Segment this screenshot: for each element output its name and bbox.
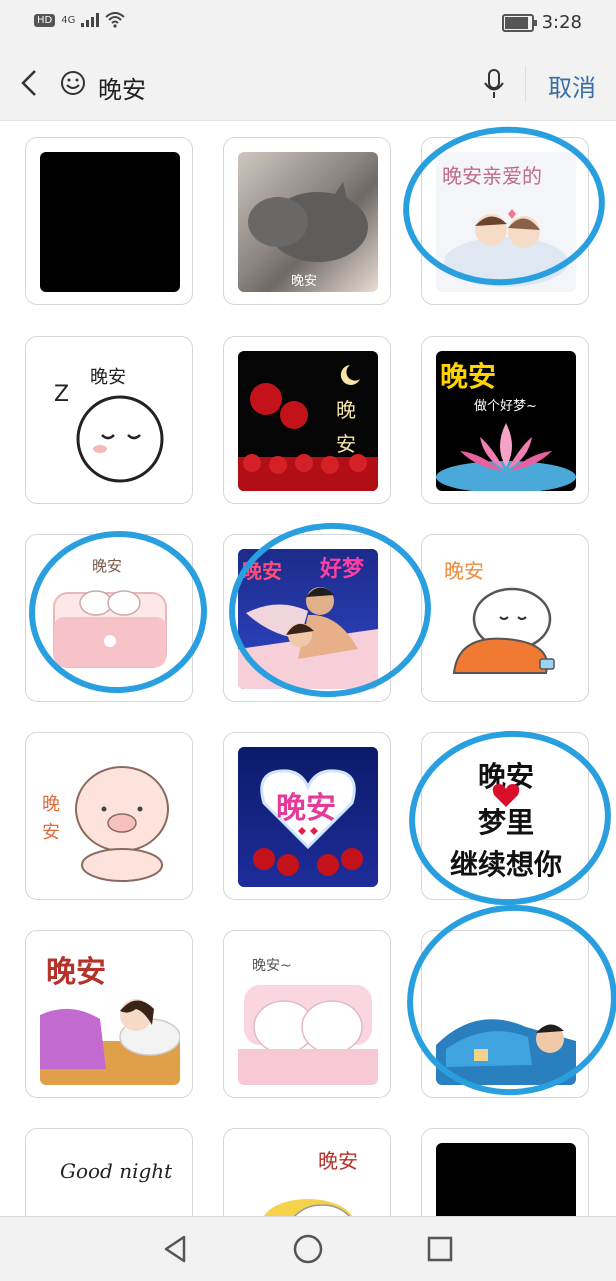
sticker-caption: 晚安 <box>92 557 123 575</box>
battery-icon <box>501 13 537 32</box>
sticker-card[interactable] <box>25 137 193 305</box>
sticker-caption: 晚安亲爱的 <box>442 164 542 188</box>
sticker-card[interactable]: 晚安 <box>223 336 391 504</box>
sticker-caption: 晚安 <box>90 367 126 388</box>
sticker-card[interactable]: 晚安 <box>25 534 193 702</box>
wifi-icon <box>105 12 126 28</box>
sticker-image: 晚安亲爱的 <box>436 152 576 292</box>
sticker-caption: 晚安 <box>276 791 336 826</box>
sticker-image <box>40 152 180 292</box>
sticker-image: 晚安 <box>436 549 576 689</box>
sticker-image: 晚安 <box>40 549 180 689</box>
sticker-caption: 晚安 <box>291 274 318 289</box>
signal-icon <box>81 13 100 27</box>
svg-text:Z: Z <box>54 382 69 407</box>
sticker-image: 晚安 做个好梦~ <box>436 351 576 491</box>
search-input[interactable]: 晚安 <box>98 70 146 105</box>
network-type: 4G <box>61 14 76 26</box>
sticker-card[interactable]: 晚安亲爱的 <box>421 137 589 305</box>
sticker-image: 晚安 梦里 继续想你 <box>436 747 576 887</box>
sticker-card[interactable]: Good night <box>25 1128 193 1216</box>
triangle-back-icon[interactable] <box>160 1233 192 1265</box>
sticker-card[interactable] <box>421 1128 589 1216</box>
sticker-card[interactable] <box>421 930 589 1098</box>
sticker-image: 晚安 Z <box>40 351 180 491</box>
sticker-image <box>436 1143 576 1216</box>
sticker-card[interactable]: 晚安 <box>25 732 193 900</box>
mic-icon[interactable] <box>482 68 506 100</box>
smiley-icon[interactable] <box>60 70 86 96</box>
chevron-left-icon[interactable] <box>18 68 40 104</box>
clock: 3:28 <box>541 12 582 33</box>
sticker-image: 晚安 <box>40 747 180 887</box>
sticker-card[interactable]: 晚安 Z <box>25 336 193 504</box>
sticker-image: Good night <box>40 1143 180 1216</box>
sticker-card[interactable]: 晚安 做个好梦~ <box>421 336 589 504</box>
sticker-image: 晚安 <box>238 747 378 887</box>
sticker-image: 晚安 <box>40 945 180 1085</box>
status-bar: HD 4G 3:28 <box>0 0 616 46</box>
search-bar: 晚安 取消 <box>0 46 616 121</box>
sticker-image: 晚安 <box>238 152 378 292</box>
sticker-caption: 晚安 <box>336 398 356 456</box>
sticker-card[interactable]: 晚安 <box>223 732 391 900</box>
sticker-card[interactable]: 晚安 <box>223 137 391 305</box>
sticker-card[interactable]: 晚安 <box>25 930 193 1098</box>
sticker-card[interactable]: 晚安 <box>421 534 589 702</box>
sticker-card[interactable]: 晚安 梦里 继续想你 <box>421 732 589 900</box>
sticker-card[interactable]: 晚安 <box>223 1128 391 1216</box>
sticker-card[interactable]: 晚安~ <box>223 930 391 1098</box>
sticker-image: 晚安 <box>238 351 378 491</box>
sticker-image: 晚安 好梦 <box>238 549 378 689</box>
divider <box>525 66 526 102</box>
hd-badge: HD <box>34 13 56 27</box>
navigation-bar <box>0 1216 616 1281</box>
circle-home-icon[interactable] <box>292 1233 324 1265</box>
sticker-card[interactable]: 晚安 好梦 <box>223 534 391 702</box>
sticker-image <box>436 945 576 1085</box>
sticker-image: 晚安~ <box>238 945 378 1085</box>
sticker-image: 晚安 <box>238 1143 378 1216</box>
sticker-grid: 晚安 晚安亲爱的 晚安 Z 晚安 晚安 做个好梦~ 晚安 晚安 好梦 晚安 晚安… <box>0 121 616 1216</box>
cancel-button[interactable]: 取消 <box>548 68 596 103</box>
square-recents-icon[interactable] <box>424 1233 456 1265</box>
